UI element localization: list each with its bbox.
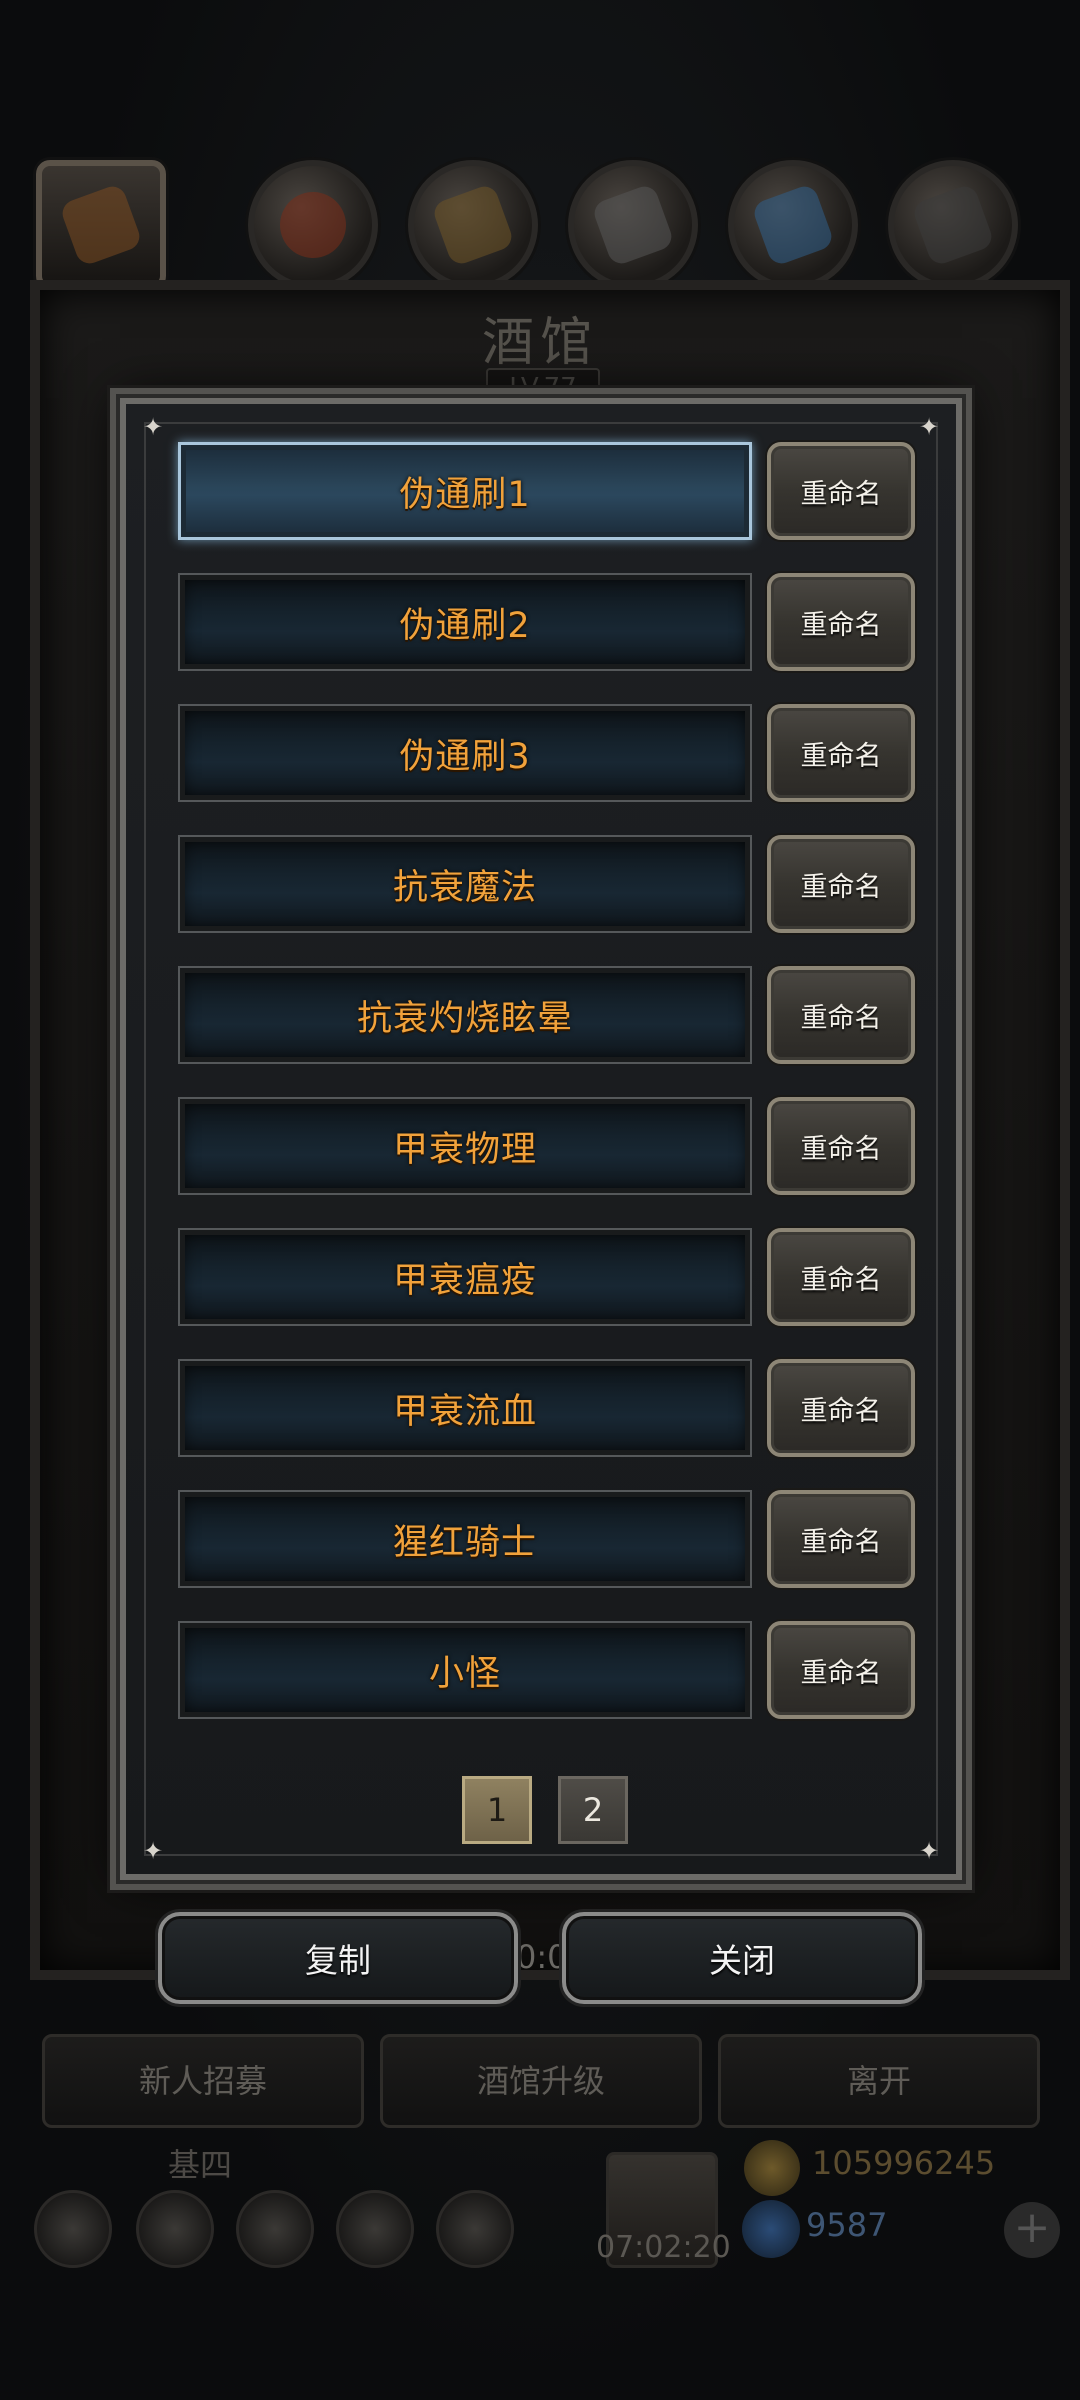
- rename-button-label: 重命名: [800, 1395, 882, 1427]
- bottom-hud: 基四 07:02:20 105996245 9587 +: [0, 2140, 1080, 2300]
- gold-coin-icon: [744, 2140, 800, 2196]
- formation-slot-label: 甲衰物理: [392, 1129, 537, 1170]
- rename-button[interactable]: 重命名: [767, 1359, 915, 1457]
- formation-row: 甲衰流血 重命名: [178, 1359, 924, 1461]
- page-1-button[interactable]: 1: [462, 1776, 532, 1844]
- achievement-icon[interactable]: [136, 2190, 214, 2268]
- rename-button-label: 重命名: [800, 871, 882, 903]
- chest-timer: 07:02:20: [596, 2230, 731, 2265]
- formation-slot-button[interactable]: 小怪: [178, 1621, 752, 1719]
- rename-button[interactable]: 重命名: [767, 573, 915, 671]
- formation-slot-button[interactable]: 伪通刷3: [178, 704, 752, 802]
- rename-button[interactable]: 重命名: [767, 442, 915, 540]
- formation-row: 抗衰魔法 重命名: [178, 835, 924, 937]
- pagination: 1 2: [126, 1776, 956, 1846]
- tab-scroll-icon[interactable]: [408, 160, 538, 290]
- guild-icon[interactable]: [236, 2190, 314, 2268]
- formation-row: 小怪 重命名: [178, 1621, 924, 1723]
- rename-button-label: 重命名: [800, 478, 882, 510]
- gem-icon: [742, 2200, 800, 2258]
- formation-slot-label: 伪通刷3: [399, 736, 531, 777]
- formation-slot-label: 伪通刷2: [399, 605, 531, 646]
- corner-ornament-icon: ✦: [142, 413, 164, 441]
- rename-button[interactable]: 重命名: [767, 835, 915, 933]
- formation-row: 猩红骑士 重命名: [178, 1490, 924, 1592]
- formation-slot-button[interactable]: 伪通刷2: [178, 573, 752, 671]
- formation-slot-button[interactable]: 猩红骑士: [178, 1490, 752, 1588]
- rename-button-label: 重命名: [800, 1264, 882, 1296]
- formation-select-dialog: ✦ ✦ ✦ ✦ 伪通刷1 重命名 伪通刷2 重命名 伪通刷3 重命名 抗衰魔法 重命名 抗衰灼烧…: [120, 398, 962, 1880]
- formation-row: 伪通刷3 重命名: [178, 704, 924, 806]
- tab-potion-icon[interactable]: [248, 160, 378, 290]
- upgrade-tavern-button[interactable]: 酒馆升级: [380, 2034, 702, 2128]
- rename-button-label: 重命名: [800, 1133, 882, 1165]
- tab-ore-icon[interactable]: [888, 160, 1018, 290]
- formation-row: 甲衰物理 重命名: [178, 1097, 924, 1199]
- rename-button[interactable]: 重命名: [767, 1621, 915, 1719]
- formation-slot-button[interactable]: 抗衰灼烧眩晕: [178, 966, 752, 1064]
- tavern-screen: 酒馆 LV.77 0:0 新人招募 酒馆升级 离开 基四 07:02:20 10…: [0, 0, 1080, 2400]
- player-name: 基四: [168, 2146, 233, 2184]
- tab-iron-icon[interactable]: [568, 160, 698, 290]
- recruit-button[interactable]: 新人招募: [42, 2034, 364, 2128]
- rename-button-label: 重命名: [800, 1002, 882, 1034]
- formation-slot-button[interactable]: 甲衰物理: [178, 1097, 752, 1195]
- mail-icon[interactable]: [336, 2190, 414, 2268]
- corner-ornament-icon: ✦: [918, 413, 940, 441]
- gem-amount: 9587: [806, 2206, 888, 2244]
- rename-button-label: 重命名: [800, 1657, 882, 1689]
- formation-slot-button[interactable]: 抗衰魔法: [178, 835, 752, 933]
- copy-button[interactable]: 复制: [158, 1912, 518, 2004]
- tab-hero-icon[interactable]: [36, 160, 166, 290]
- formation-slot-button[interactable]: 伪通刷1: [178, 442, 752, 540]
- close-button[interactable]: 关闭: [562, 1912, 922, 2004]
- formation-slot-label: 小怪: [428, 1653, 501, 1694]
- formation-slot-label: 甲衰流血: [392, 1391, 537, 1432]
- rename-button[interactable]: 重命名: [767, 1490, 915, 1588]
- rename-button[interactable]: 重命名: [767, 704, 915, 802]
- add-gems-icon[interactable]: +: [1004, 2202, 1060, 2258]
- category-tabs: [36, 160, 1046, 290]
- rename-button[interactable]: 重命名: [767, 1097, 915, 1195]
- formation-slot-button[interactable]: 甲衰瘟疫: [178, 1228, 752, 1326]
- settings-icon[interactable]: [34, 2190, 112, 2268]
- partial-timer: 0:0: [516, 1938, 568, 1976]
- tavern-action-row: 新人招募 酒馆升级 离开: [42, 2034, 1040, 2128]
- tavern-title: 酒馆: [481, 313, 598, 373]
- formation-row: 甲衰瘟疫 重命名: [178, 1228, 924, 1330]
- rename-button-label: 重命名: [800, 609, 882, 641]
- shop-icon[interactable]: [436, 2190, 514, 2268]
- close-button-label: 关闭: [709, 1941, 775, 1980]
- gold-amount: 105996245: [812, 2144, 996, 2182]
- formation-slot-button[interactable]: 甲衰流血: [178, 1359, 752, 1457]
- rename-button[interactable]: 重命名: [767, 1228, 915, 1326]
- formation-slot-label: 抗衰灼烧眩晕: [356, 998, 573, 1039]
- rename-button[interactable]: 重命名: [767, 966, 915, 1064]
- formation-slot-label: 抗衰魔法: [392, 867, 537, 908]
- formation-row: 抗衰灼烧眩晕 重命名: [178, 966, 924, 1068]
- leave-button[interactable]: 离开: [718, 2034, 1040, 2128]
- tab-crystal-icon[interactable]: [728, 160, 858, 290]
- page-2-button[interactable]: 2: [558, 1776, 628, 1844]
- formation-slot-label: 甲衰瘟疫: [392, 1260, 537, 1301]
- rename-button-label: 重命名: [800, 740, 882, 772]
- formation-row: 伪通刷2 重命名: [178, 573, 924, 675]
- rename-button-label: 重命名: [800, 1526, 882, 1558]
- formation-slot-label: 猩红骑士: [392, 1522, 537, 1563]
- formation-slot-label: 伪通刷1: [399, 474, 531, 515]
- formation-row: 伪通刷1 重命名: [178, 442, 924, 544]
- copy-button-label: 复制: [305, 1941, 371, 1980]
